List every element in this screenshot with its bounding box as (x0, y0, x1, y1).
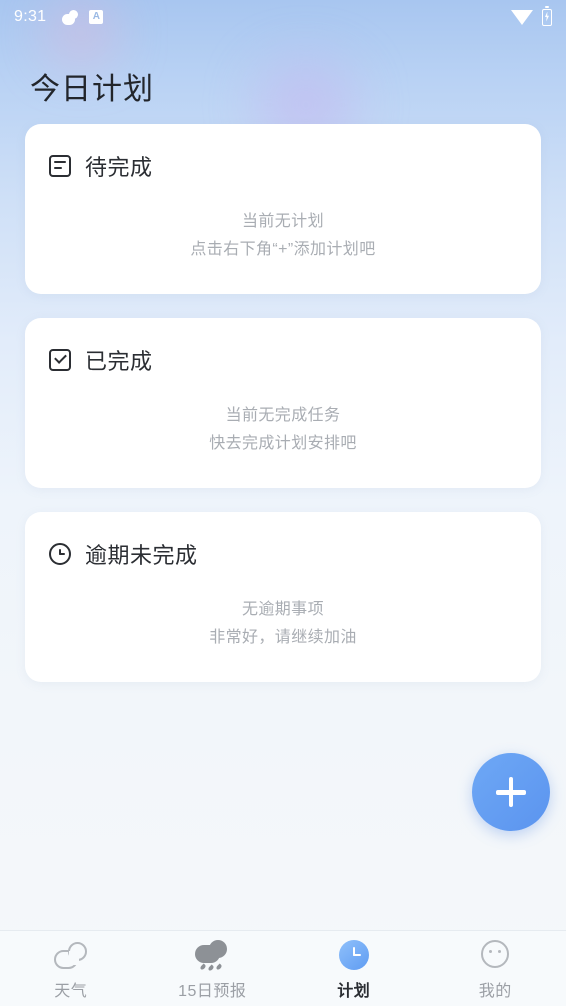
status-bar-system-icons (511, 6, 552, 26)
nav-item-weather[interactable]: 天气 (0, 931, 142, 1001)
card-completed[interactable]: 已完成 当前无完成任务 快去完成计划安排吧 (25, 318, 541, 488)
face-outline-icon (477, 940, 513, 970)
card-completed-header: 已完成 (49, 344, 517, 376)
status-bar-notification-icons: A (62, 9, 104, 25)
wifi-icon (511, 9, 533, 25)
app-badge-icon: A (89, 10, 104, 24)
status-bar-time: 9:31 (14, 8, 47, 25)
card-completed-empty-primary: 当前无完成任务 (225, 407, 341, 424)
nav-item-forecast-label: 15日预报 (178, 983, 247, 1000)
nav-item-weather-label: 天气 (54, 983, 88, 1000)
card-overdue-empty-state: 无逾期事项 非常好，请继续加油 (49, 596, 517, 652)
card-overdue-title: 逾期未完成 (85, 543, 198, 568)
card-pending-empty-state: 当前无计划 点击右下角“+”添加计划吧 (49, 208, 517, 264)
rain-cloud-icon (194, 940, 230, 972)
card-completed-empty-secondary: 快去完成计划安排吧 (209, 435, 357, 452)
card-overdue-empty-secondary: 非常好，请继续加油 (209, 629, 357, 646)
add-plan-fab[interactable]: + (472, 753, 550, 831)
card-overdue-empty-primary: 无逾期事项 (241, 601, 324, 618)
card-pending-empty-primary: 当前无计划 (241, 213, 324, 230)
bottom-navigation: 天气 15日预报 计划 我的 (0, 930, 566, 1006)
nav-item-profile-label: 我的 (478, 983, 512, 1000)
document-list-icon (49, 155, 71, 177)
cloud-outline-icon (53, 940, 89, 970)
nav-item-forecast[interactable]: 15日预报 (142, 931, 284, 1001)
card-pending-title: 待完成 (85, 155, 153, 180)
card-overdue[interactable]: 逾期未完成 无逾期事项 非常好，请继续加油 (25, 512, 541, 682)
card-pending-empty-secondary: 点击右下角“+”添加计划吧 (190, 241, 376, 258)
nav-item-plan[interactable]: 计划 (283, 931, 425, 1001)
card-completed-empty-state: 当前无完成任务 快去完成计划安排吧 (49, 402, 517, 458)
card-pending-header: 待完成 (49, 150, 517, 182)
card-completed-title: 已完成 (85, 349, 153, 374)
clock-outline-icon (49, 543, 71, 565)
nav-item-plan-label: 计划 (337, 983, 371, 1000)
checkbox-checked-icon (49, 349, 71, 371)
clock-filled-icon (336, 940, 372, 970)
weather-cloud-icon (62, 9, 79, 25)
page-title: 今日计划 (30, 73, 154, 106)
card-pending[interactable]: 待完成 当前无计划 点击右下角“+”添加计划吧 (25, 124, 541, 294)
status-bar: 9:31 A (0, 0, 566, 34)
plan-list: 待完成 当前无计划 点击右下角“+”添加计划吧 已完成 当前无完成任务 快去完成… (0, 124, 566, 706)
nav-item-profile[interactable]: 我的 (425, 931, 566, 1001)
card-overdue-header: 逾期未完成 (49, 538, 517, 570)
battery-charging-icon (542, 6, 552, 26)
